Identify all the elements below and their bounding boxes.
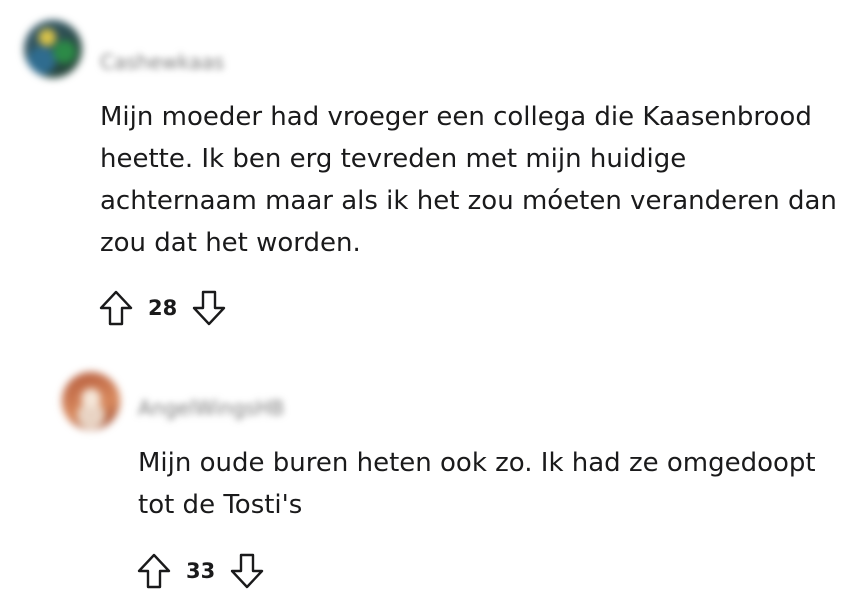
upvote-button[interactable] xyxy=(96,287,136,329)
upvote-arrow-icon xyxy=(99,290,133,326)
username[interactable]: Cashewkaas xyxy=(100,50,224,74)
upvote-arrow-icon xyxy=(137,553,171,589)
downvote-arrow-icon xyxy=(193,290,226,326)
vote-bar: 33 xyxy=(134,550,267,592)
vote-score: 28 xyxy=(148,296,178,320)
vote-score: 33 xyxy=(186,559,216,583)
avatar[interactable] xyxy=(62,372,120,430)
vote-bar: 28 xyxy=(96,287,229,329)
username[interactable]: AngelWingsHB xyxy=(138,396,284,420)
comment-body: Mijn moeder had vroeger een collega die … xyxy=(100,102,837,258)
downvote-button[interactable] xyxy=(189,287,229,329)
avatar[interactable] xyxy=(24,20,82,78)
downvote-button[interactable] xyxy=(227,550,267,592)
comment-body: Mijn oude buren heten ook zo. Ik had ze … xyxy=(138,448,816,520)
downvote-arrow-icon xyxy=(231,553,264,589)
upvote-button[interactable] xyxy=(134,550,174,592)
